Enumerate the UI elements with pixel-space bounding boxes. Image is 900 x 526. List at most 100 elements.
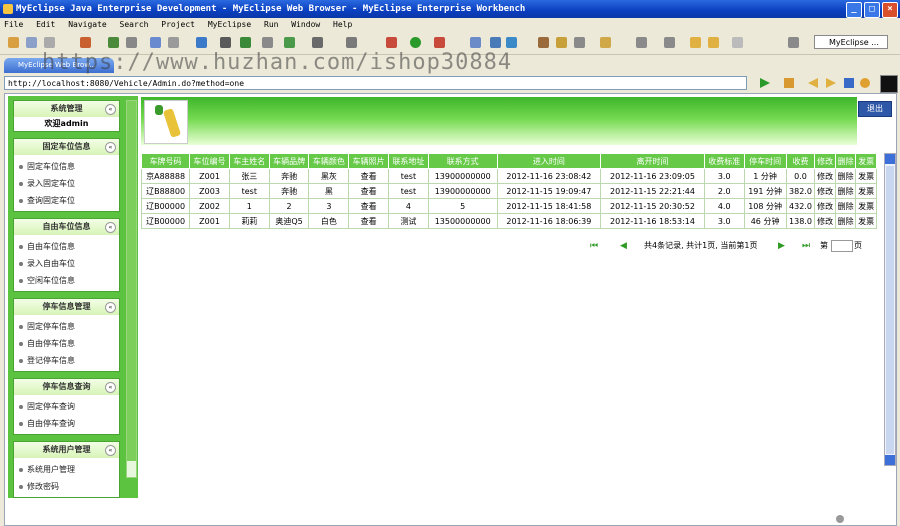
logout-button[interactable]: 退出	[858, 101, 892, 117]
interface-icon[interactable]	[506, 37, 517, 48]
sidebar-item-fixed-slot-info[interactable]: 固定车位信息	[14, 158, 119, 175]
maximize-button[interactable]: □	[864, 2, 880, 18]
sidebar-item-query-fixed-slot[interactable]: 查询固定车位	[14, 192, 119, 209]
menu-file[interactable]: File	[4, 20, 23, 29]
db-icon[interactable]	[196, 37, 207, 48]
close-button[interactable]: ×	[882, 2, 898, 18]
menu-search[interactable]: Search	[120, 20, 149, 29]
url-input[interactable]: http://localhost:8080/Vehicle/Admin.do?m…	[4, 76, 747, 90]
delete-link[interactable]: 删除	[834, 183, 857, 199]
invoice-link[interactable]: 发票	[855, 198, 877, 214]
sidebar-item-free-parking-query[interactable]: 自由停车查询	[14, 415, 119, 432]
invoice-link[interactable]: 发票	[855, 168, 877, 184]
menu-myeclipse[interactable]: MyEclipse	[208, 20, 251, 29]
last-page-icon[interactable]: ⏭	[802, 241, 810, 251]
sidebar-item-free-parking-info[interactable]: 自由停车信息	[14, 335, 119, 352]
debug-icon[interactable]	[386, 37, 397, 48]
section-title: 系统用户管理	[42, 445, 91, 454]
server-icon[interactable]	[126, 37, 137, 48]
globe-icon[interactable]	[240, 37, 251, 48]
prev-annotation-icon[interactable]	[664, 37, 675, 48]
page-number-input[interactable]	[831, 240, 853, 252]
terminal-icon[interactable]	[312, 37, 323, 48]
search-icon[interactable]	[556, 37, 567, 48]
edit-link[interactable]: 修改	[814, 183, 836, 199]
edit-link[interactable]: 修改	[814, 213, 836, 229]
perspective-button[interactable]: MyEclipse ...	[814, 35, 888, 49]
view-photo-link[interactable]: 查看	[348, 183, 390, 199]
task-icon[interactable]	[574, 37, 585, 48]
run-icon[interactable]	[410, 37, 421, 48]
menu-project[interactable]: Project	[161, 20, 195, 29]
browser-forward-icon[interactable]	[826, 78, 836, 88]
bullet-icon	[19, 404, 23, 409]
external-tools-icon[interactable]	[434, 37, 445, 48]
browser-back-icon[interactable]	[808, 78, 818, 88]
collapse-icon[interactable]: «	[105, 104, 116, 115]
save-icon[interactable]	[26, 37, 37, 48]
stop-icon[interactable]	[844, 78, 854, 88]
sidebar-item-add-free-slot[interactable]: 录入自由车位	[14, 255, 119, 272]
folder-icon[interactable]	[262, 37, 273, 48]
console-icon[interactable]	[346, 37, 357, 48]
go-icon[interactable]	[760, 78, 770, 88]
scroll-down-icon[interactable]	[885, 455, 895, 465]
print-icon[interactable]	[44, 37, 55, 48]
back-icon[interactable]	[690, 37, 701, 48]
edit-link[interactable]: 修改	[814, 198, 836, 214]
wizard-icon[interactable]	[168, 37, 179, 48]
content-scrollbar[interactable]	[884, 153, 896, 466]
collapse-icon[interactable]: «	[105, 382, 116, 393]
collapse-icon[interactable]: «	[105, 302, 116, 313]
sidebar-item-fixed-parking-info[interactable]: 固定停车信息	[14, 318, 119, 335]
deploy-icon[interactable]	[108, 37, 119, 48]
first-page-icon[interactable]: ⏮	[590, 241, 598, 251]
minimize-button[interactable]: _	[846, 2, 862, 18]
delete-link[interactable]: 删除	[834, 168, 857, 184]
view-photo-link[interactable]: 查看	[348, 198, 390, 214]
build-icon[interactable]	[80, 37, 91, 48]
collapse-icon[interactable]: «	[105, 445, 116, 456]
invoice-link[interactable]: 发票	[855, 183, 877, 199]
delete-link[interactable]: 删除	[834, 213, 857, 229]
sidebar-item-register-parking[interactable]: 登记停车信息	[14, 352, 119, 369]
scroll-thumb[interactable]	[127, 101, 136, 461]
edit-link[interactable]: 修改	[814, 168, 836, 184]
sidebar-item-free-slot-info[interactable]: 自由车位信息	[14, 238, 119, 255]
browser-icon[interactable]	[150, 37, 161, 48]
menu-run[interactable]: Run	[264, 20, 278, 29]
menu-help[interactable]: Help	[333, 20, 352, 29]
bookmark-icon[interactable]	[784, 78, 794, 88]
view-photo-link[interactable]: 查看	[348, 168, 390, 184]
new-class-icon[interactable]	[470, 37, 481, 48]
sidebar-scrollbar[interactable]	[126, 100, 137, 478]
forward-icon[interactable]	[708, 37, 719, 48]
next-page-icon[interactable]: ▶	[778, 241, 785, 251]
annotation-icon[interactable]	[600, 37, 611, 48]
collapse-icon[interactable]: «	[105, 222, 116, 233]
prev-page-icon[interactable]: ◀	[620, 241, 627, 251]
scroll-up-icon[interactable]	[885, 154, 895, 164]
package-icon[interactable]	[490, 37, 501, 48]
sidebar-item-fixed-parking-query[interactable]: 固定停车查询	[14, 398, 119, 415]
sidebar-item-change-password[interactable]: 修改密码	[14, 478, 119, 495]
new-icon[interactable]	[8, 37, 19, 48]
menu-edit[interactable]: Edit	[36, 20, 55, 29]
view-photo-link[interactable]: 查看	[348, 213, 390, 229]
menu-window[interactable]: Window	[291, 20, 320, 29]
table-row: 辽B88800 Z003 test 奔驰 黑 查看 test 139000000…	[140, 183, 877, 199]
open-type-icon[interactable]	[538, 37, 549, 48]
scroll-thumb[interactable]	[886, 166, 894, 454]
web-icon[interactable]	[220, 37, 231, 48]
open-perspective-icon[interactable]	[788, 37, 799, 48]
refresh-icon[interactable]	[284, 37, 295, 48]
sidebar-item-add-fixed-slot[interactable]: 录入固定车位	[14, 175, 119, 192]
next-annotation-icon[interactable]	[636, 37, 647, 48]
sidebar-item-user-mgmt[interactable]: 系统用户管理	[14, 461, 119, 478]
menu-navigate[interactable]: Navigate	[68, 20, 107, 29]
browser-refresh-icon[interactable]	[860, 78, 870, 88]
delete-link[interactable]: 删除	[834, 198, 857, 214]
collapse-icon[interactable]: «	[105, 142, 116, 153]
sidebar-item-idle-slot-info[interactable]: 空闲车位信息	[14, 272, 119, 289]
invoice-link[interactable]: 发票	[855, 213, 877, 229]
